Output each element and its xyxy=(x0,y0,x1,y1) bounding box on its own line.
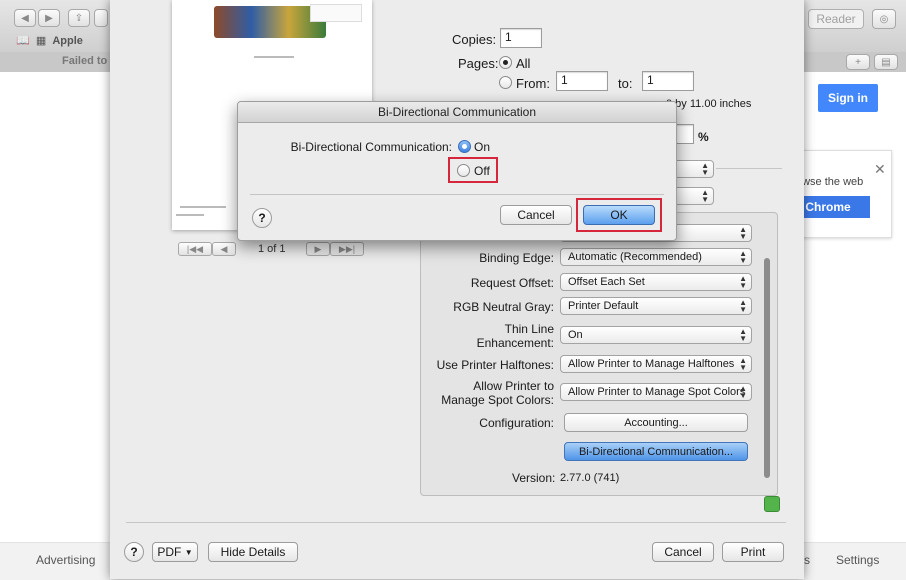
sign-in-button[interactable]: Sign in xyxy=(818,84,878,112)
bidirectional-off-radio[interactable] xyxy=(457,164,470,177)
configuration-label: Configuration: xyxy=(479,416,554,430)
allow-spot-colors-label-line1: Allow Printer to xyxy=(473,379,554,393)
previous-page-button[interactable]: ◀ xyxy=(212,242,236,256)
preview-text-line xyxy=(176,214,204,216)
footer-advertising-link[interactable]: Advertising xyxy=(36,553,95,567)
print-button[interactable]: Print xyxy=(722,542,784,562)
stop-icon[interactable]: ◎ xyxy=(872,9,896,29)
bidirectional-dialog: Bi-Directional Communication Bi-Directio… xyxy=(237,101,677,241)
printer-status-icon xyxy=(764,496,780,512)
chevron-down-icon: ▼ xyxy=(184,547,193,557)
dialog-cancel-button[interactable]: Cancel xyxy=(500,205,572,225)
pdf-label: PDF xyxy=(157,545,182,559)
scale-field[interactable] xyxy=(676,124,694,144)
preview-text-line xyxy=(254,56,294,58)
first-page-button[interactable]: |◀◀ xyxy=(178,242,212,256)
pages-label: Pages: xyxy=(458,56,499,71)
thin-line-enhancement-popup[interactable]: On ▲ ▼ xyxy=(560,326,752,344)
version-value: 2.77.0 (741) xyxy=(560,472,620,484)
dialog-ok-button[interactable]: OK xyxy=(583,205,655,225)
cancel-button[interactable]: Cancel xyxy=(652,542,714,562)
hide-details-button[interactable]: Hide Details xyxy=(208,542,298,562)
rgb-neutral-gray-label: RGB Neutral Gray: xyxy=(453,300,554,314)
dialog-title: Bi-Directional Communication xyxy=(238,102,676,123)
use-printer-halftones-popup[interactable]: Allow Printer to Manage Halftones ▲ ▼ xyxy=(560,355,752,373)
pages-all-label: All xyxy=(516,56,531,71)
share-icon[interactable]: ⇪ xyxy=(68,9,90,27)
book-icon[interactable]: 📖 xyxy=(16,35,30,47)
use-printer-halftones-label: Use Printer Halftones: xyxy=(436,358,554,372)
reader-button[interactable]: Reader xyxy=(808,9,864,29)
next-page-button[interactable]: ▶ xyxy=(306,242,330,256)
new-tab-icon[interactable]: + xyxy=(846,54,870,70)
pages-from-field[interactable]: 1 xyxy=(556,71,608,91)
bidirectional-off-label: Off xyxy=(474,164,490,178)
popup-divider xyxy=(716,168,782,169)
copies-label: Copies: xyxy=(452,32,497,47)
toolbar-button[interactable] xyxy=(94,9,108,27)
last-page-button[interactable]: ▶▶| xyxy=(330,242,364,256)
help-button[interactable]: ? xyxy=(124,542,144,562)
pages-from-radio[interactable] xyxy=(499,76,512,89)
request-offset-popup[interactable]: Offset Each Set ▲ ▼ xyxy=(560,273,752,291)
settings-scrollbar[interactable] xyxy=(764,258,770,478)
dialog-help-button[interactable]: ? xyxy=(252,208,272,228)
back-button[interactable]: ◀ xyxy=(14,9,36,27)
bidirectional-on-label: On xyxy=(474,140,491,154)
version-label: Version: xyxy=(512,471,556,485)
copies-field[interactable]: 1 xyxy=(500,28,542,48)
bidirectional-field-label: Bi-Directional Communication: xyxy=(290,140,452,154)
pages-all-radio[interactable] xyxy=(499,56,512,69)
bidirectional-communication-button[interactable]: Bi-Directional Communication... xyxy=(564,442,748,461)
paper-size-description: 0 by 11.00 inches xyxy=(666,98,752,110)
sheet-bottom-divider xyxy=(126,522,786,523)
bidirectional-on-radio[interactable] xyxy=(458,140,471,153)
preview-text-line xyxy=(180,206,226,208)
off-highlight-box xyxy=(448,157,498,183)
scale-unit: % xyxy=(698,130,709,144)
bookmark-apple[interactable]: Apple xyxy=(52,35,83,47)
allow-spot-colors-popup[interactable]: Allow Printer to Manage Spot Colors ▲ ▼ xyxy=(560,383,752,401)
grid-icon[interactable]: ▦ xyxy=(36,35,46,47)
allow-spot-colors-label-line2: Manage Spot Colors: xyxy=(441,393,554,407)
footer-link[interactable]: s xyxy=(804,553,810,567)
request-offset-label: Request Offset: xyxy=(470,276,554,290)
page-indicator: 1 of 1 xyxy=(258,243,286,255)
thin-line-label-line1: Thin Line xyxy=(504,322,554,336)
tab-overview-icon[interactable]: ▤ xyxy=(874,54,898,70)
preview-search-box xyxy=(310,4,362,22)
close-icon[interactable]: ✕ xyxy=(874,161,886,178)
footer-settings-link[interactable]: Settings xyxy=(836,553,879,567)
forward-button[interactable]: ▶ xyxy=(38,9,60,27)
binding-edge-popup[interactable]: Automatic (Recommended) ▲ ▼ xyxy=(560,248,752,266)
pages-to-label: to: xyxy=(618,76,633,91)
rgb-neutral-gray-popup[interactable]: Printer Default ▲ ▼ xyxy=(560,297,752,315)
pages-from-label: From: xyxy=(516,76,550,91)
bookmarks-bar: 📖 ▦ Apple xyxy=(16,34,83,47)
pdf-menu-button[interactable]: PDF ▼ xyxy=(152,542,198,562)
pages-to-field[interactable]: 1 xyxy=(642,71,694,91)
thin-line-label-line2: Enhancement: xyxy=(476,336,554,350)
promo-text: owse the web xyxy=(796,176,864,188)
tab-failed[interactable]: Failed to xyxy=(62,55,107,67)
accounting-button[interactable]: Accounting... xyxy=(564,413,748,432)
dialog-divider xyxy=(250,194,664,195)
binding-edge-label: Binding Edge: xyxy=(479,251,554,265)
